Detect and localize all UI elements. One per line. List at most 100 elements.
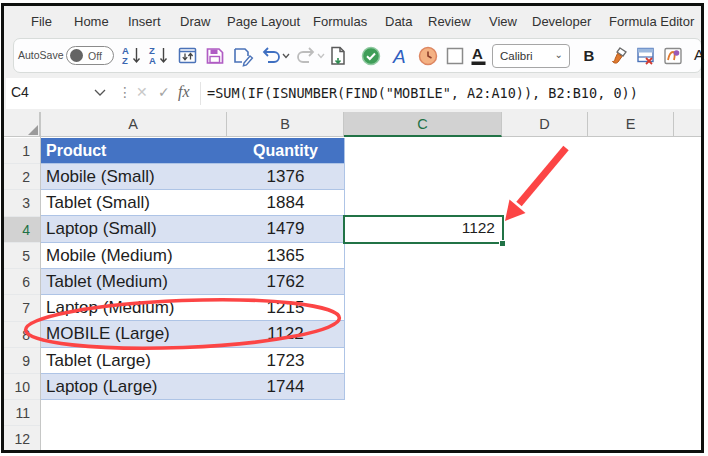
autosave-toggle[interactable]: Off (66, 46, 114, 65)
row-header-11[interactable]: 11 (4, 400, 40, 426)
row-header-6[interactable]: 6 (4, 269, 40, 295)
table-row[interactable]: Laptop (Small) 1479 (41, 216, 345, 242)
column-header-e[interactable]: E (588, 112, 674, 137)
enter-button[interactable]: ✓ (158, 84, 170, 100)
chevron-down-icon: ⌄ (555, 49, 563, 60)
table-row[interactable]: Mobile (Small) 1376 (41, 164, 345, 190)
menu-bar: File Home Insert Draw Page Layout Formul… (4, 6, 701, 38)
script-a-icon[interactable]: A (390, 45, 412, 67)
name-box-chevron-icon[interactable] (94, 89, 106, 97)
menu-view[interactable]: View (489, 14, 517, 29)
cell-a2[interactable]: Mobile (Small) (41, 164, 227, 189)
cell-b5[interactable]: 1365 (227, 243, 344, 268)
font-color-icon[interactable]: A (468, 45, 490, 67)
row-header-4[interactable]: 4 (4, 217, 40, 243)
cell-b9[interactable]: 1723 (227, 348, 344, 373)
selected-cell-c4[interactable]: 1122 (343, 215, 504, 244)
bold-button[interactable]: B (581, 47, 597, 64)
header-quantity[interactable]: Quantity (227, 138, 344, 163)
table-row[interactable]: Tablet (Large) 1723 (41, 348, 345, 374)
column-header-c[interactable]: C (344, 112, 502, 137)
format-painter-icon[interactable] (608, 45, 630, 67)
cell-a3[interactable]: Tablet (Small) (41, 190, 227, 215)
cell-a8[interactable]: MOBILE (Large) (41, 321, 227, 346)
table-header-row[interactable]: Product Quantity (41, 138, 345, 164)
row-header-8[interactable]: 8 (4, 322, 40, 348)
approve-check-icon[interactable] (360, 45, 382, 67)
row-header-7[interactable]: 7 (4, 295, 40, 321)
fill-handle[interactable] (499, 240, 506, 247)
cancel-button[interactable]: ✕ (136, 84, 148, 100)
save-icon[interactable] (204, 45, 226, 67)
menu-review[interactable]: Review (428, 14, 471, 29)
undo-icon[interactable] (260, 45, 282, 67)
sort-ascending-icon[interactable]: A Z (121, 45, 143, 67)
svg-text:Z: Z (122, 55, 128, 66)
table-row[interactable]: MOBILE (Large) 1122 (41, 321, 345, 347)
delete-rows-icon[interactable] (635, 45, 657, 67)
cell-b10[interactable]: 1744 (227, 374, 344, 399)
save-as-icon[interactable] (232, 45, 254, 67)
cell-a6[interactable]: Tablet (Medium) (41, 269, 227, 294)
svg-text:A: A (472, 45, 483, 62)
menu-insert[interactable]: Insert (128, 14, 161, 29)
cell-a7[interactable]: Laptop (Medium) (41, 295, 227, 320)
row-header-12[interactable]: 12 (4, 426, 40, 452)
thesaurus-icon[interactable] (662, 45, 684, 67)
fx-button[interactable]: fx (178, 83, 190, 101)
grow-font-button[interactable]: A (694, 46, 704, 63)
empty-square-icon[interactable] (444, 45, 466, 67)
table-row[interactable]: Laptop (Large) 1744 (41, 374, 345, 400)
window-arrow-icon[interactable] (177, 45, 199, 67)
menu-formula-editor[interactable]: Formula Editor (609, 14, 694, 29)
cell-b7[interactable]: 1215 (227, 295, 344, 320)
row-header-9[interactable]: 9 (4, 348, 40, 374)
name-box[interactable]: C4 (11, 84, 29, 100)
redo-icon[interactable] (295, 45, 317, 67)
clock-icon[interactable] (417, 45, 439, 67)
menu-home[interactable]: Home (74, 14, 109, 29)
formula-input[interactable]: =SUM(IF(ISNUMBER(FIND("MOBILE", A2:A10))… (207, 85, 638, 101)
menu-draw[interactable]: Draw (180, 14, 210, 29)
row-header-3[interactable]: 3 (4, 190, 40, 216)
column-header-f[interactable] (674, 112, 702, 137)
select-all-triangle-icon (28, 125, 38, 135)
row-header-1[interactable]: 1 (4, 138, 40, 164)
cell-a9[interactable]: Tablet (Large) (41, 348, 227, 373)
row-header-2[interactable]: 2 (4, 164, 40, 190)
cell-b3[interactable]: 1884 (227, 190, 344, 215)
menu-developer[interactable]: Developer (532, 14, 591, 29)
select-all-button[interactable] (4, 112, 40, 137)
svg-text:A: A (392, 46, 406, 67)
menu-formulas[interactable]: Formulas (313, 14, 367, 29)
cell-b8[interactable]: 1122 (227, 321, 344, 346)
column-header-a[interactable]: A (40, 112, 227, 137)
menu-file[interactable]: File (31, 14, 52, 29)
row-header-5[interactable]: 5 (4, 243, 40, 269)
column-header-b[interactable]: B (227, 112, 344, 137)
row-headers: 1 2 3 4 5 6 7 8 9 10 11 12 (4, 138, 40, 453)
table-row[interactable]: Mobile (Medium) 1365 (41, 243, 345, 269)
menu-page-layout[interactable]: Page Layout (227, 14, 300, 29)
font-name-value: Calibri (500, 50, 533, 62)
table-row[interactable]: Tablet (Medium) 1762 (41, 269, 345, 295)
sort-descending-icon[interactable]: Z A (148, 45, 170, 67)
formula-bar: C4 ⋮ ✕ ✓ fx =SUM(IF(ISNUMBER(FIND("MOBIL… (6, 78, 702, 109)
cell-b4[interactable]: 1479 (227, 216, 344, 241)
cell-b6[interactable]: 1762 (227, 269, 344, 294)
cell-b2[interactable]: 1376 (227, 164, 344, 189)
table-row[interactable]: Tablet (Small) 1884 (41, 190, 345, 216)
column-header-d[interactable]: D (502, 112, 588, 137)
autosave-label: AutoSave (18, 49, 64, 61)
table-row[interactable]: Laptop (Medium) 1215 (41, 295, 345, 321)
new-file-icon[interactable] (327, 45, 349, 67)
row-header-10[interactable]: 10 (4, 374, 40, 400)
cell-a10[interactable]: Laptop (Large) (41, 374, 227, 399)
header-product[interactable]: Product (41, 138, 227, 163)
font-name-select[interactable]: Calibri ⌄ (492, 44, 570, 68)
cell-a5[interactable]: Mobile (Medium) (41, 243, 227, 268)
svg-text:A: A (149, 55, 156, 66)
formula-bar-divider[interactable]: ⋮ (118, 84, 132, 100)
cell-a4[interactable]: Laptop (Small) (41, 216, 227, 241)
menu-data[interactable]: Data (385, 14, 412, 29)
